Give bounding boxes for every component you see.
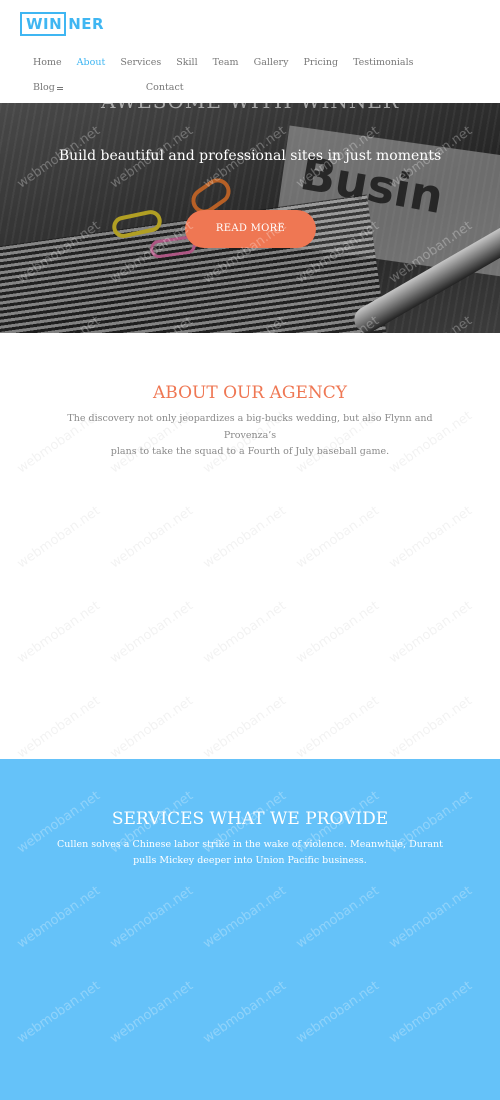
about-title: ABOUT OUR AGENCY	[153, 383, 347, 403]
nav-item-contact[interactable]: Contact	[146, 75, 184, 100]
services-title: SERVICES WHAT WE PROVIDE	[111, 809, 389, 829]
nav-item-home[interactable]: Home	[33, 50, 62, 75]
main-nav: Home About Services Skill Team Gallery P…	[33, 50, 483, 100]
nav-item-skill[interactable]: Skill	[176, 50, 197, 75]
hero-heading: AWESOME WITH WINNER	[40, 103, 460, 113]
read-more-button[interactable]: READ MORE	[185, 210, 316, 248]
nav-item-blog-label: Blog	[33, 82, 55, 93]
nav-item-team[interactable]: Team	[213, 50, 239, 75]
about-text-line: Provenza’s	[223, 429, 277, 441]
nav-item-about[interactable]: About	[77, 50, 106, 75]
logo-boxed-part: WIN	[20, 12, 67, 36]
site-logo[interactable]: WIN NER	[20, 12, 104, 36]
services-text-line: pulls Mickey deeper into Union Pacific b…	[133, 855, 367, 866]
menu-icon	[56, 87, 63, 88]
services-description: Cullen solves a Chinese labor strike in …	[20, 837, 480, 869]
hero-tagline: Build beautiful and professional sites i…	[58, 148, 442, 164]
nav-item-gallery[interactable]: Gallery	[254, 50, 289, 75]
services-section: SERVICES WHAT WE PROVIDE Cullen solves a…	[0, 759, 500, 1100]
logo-text-part: NER	[68, 15, 105, 33]
hero-banner: Busin AWESOME WITH WINNER Build beautifu…	[0, 103, 500, 333]
about-section: ABOUT OUR AGENCY The discovery not only …	[0, 333, 500, 759]
about-text-line: The discovery not only jeopardizes a big…	[67, 413, 433, 424]
about-text-line: plans to take the squad to a Fourth of J…	[110, 446, 390, 457]
nav-item-blog[interactable]: Blog	[33, 75, 63, 100]
nav-item-testimonials[interactable]: Testimonials	[353, 50, 413, 75]
nav-item-pricing[interactable]: Pricing	[304, 50, 339, 75]
nav-item-services[interactable]: Services	[120, 50, 161, 75]
site-header: WIN NER Home About Services Skill Team G…	[0, 0, 500, 103]
services-text-line: Cullen solves a Chinese labor strike in …	[57, 839, 443, 850]
about-description: The discovery not only jeopardizes a big…	[35, 411, 465, 461]
